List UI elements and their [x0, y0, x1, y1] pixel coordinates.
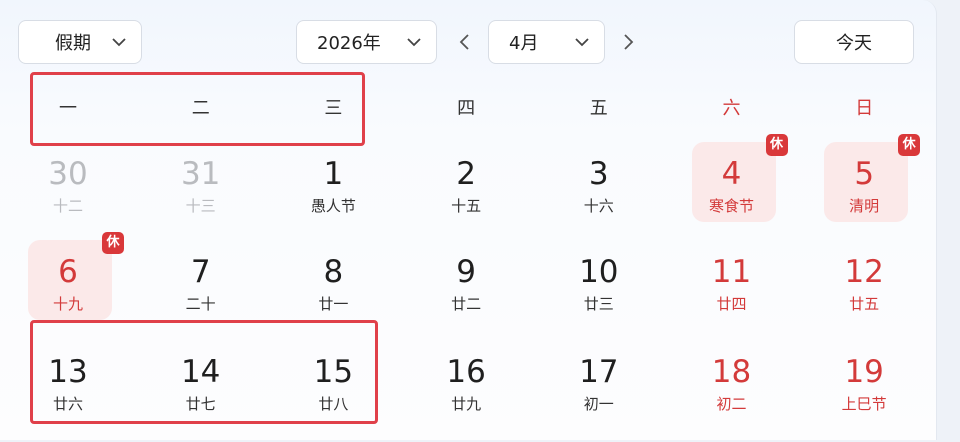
date-number: 5: [854, 156, 875, 192]
lunar-date-label: 廿二: [451, 295, 482, 313]
date-number: 31: [180, 156, 221, 192]
chevron-down-icon: [575, 38, 589, 47]
date-number: 30: [48, 156, 88, 192]
date-cell[interactable]: 9 廿二: [400, 246, 532, 342]
lunar-date-label: 廿四: [716, 295, 747, 313]
lunar-date-label: 廿五: [849, 295, 880, 313]
date-cell[interactable]: 31 十三: [135, 148, 267, 244]
month-dropdown[interactable]: 4月: [488, 20, 605, 64]
rest-day-badge: 休: [765, 134, 788, 156]
today-button-label: 今天: [836, 33, 872, 54]
date-number: 16: [446, 354, 486, 390]
lunar-date-label: 十二: [52, 197, 83, 215]
highlight-box-dates: [30, 320, 378, 424]
holiday-dropdown[interactable]: 假期: [18, 20, 142, 64]
date-number: 4: [721, 156, 742, 192]
date-cell[interactable]: 19 上巳节: [798, 346, 930, 442]
date-cell[interactable]: 30 十二: [2, 148, 134, 244]
calendar-panel: 假期 2026年 4月 今天 一二三四五六日 30 十二 31 十三 1 愚人节 2 十五 3 十…: [0, 0, 937, 440]
lunar-date-label: 二十: [185, 295, 216, 313]
date-number: 17: [579, 354, 619, 390]
lunar-date-label: 十九: [52, 295, 83, 313]
weekday-label: 四: [457, 98, 476, 119]
date-cell[interactable]: 16 廿九: [400, 346, 532, 442]
rest-day-badge: 休: [102, 232, 124, 254]
date-number: 2: [456, 156, 476, 192]
lunar-date-label: 寒食节: [708, 197, 754, 215]
date-number: 7: [190, 254, 211, 290]
chevron-down-icon: [407, 38, 421, 47]
date-cell[interactable]: 17 初一: [533, 346, 665, 442]
lunar-date-label: 清明: [849, 197, 880, 215]
date-number: 6: [58, 254, 78, 290]
date-number: 19: [844, 354, 884, 390]
lunar-date-label: 十五: [451, 197, 482, 215]
lunar-date-label: 廿九: [451, 395, 482, 413]
date-cell[interactable]: 3 十六: [533, 148, 665, 244]
date-cell[interactable]: 休 4 寒食节: [666, 134, 798, 238]
date-cell[interactable]: 1 愚人节: [267, 148, 399, 244]
lunar-date-label: 十六: [583, 197, 614, 215]
date-number: 12: [844, 254, 884, 290]
date-cell[interactable]: 18 初二: [666, 346, 798, 442]
date-number: 1: [323, 156, 344, 192]
weekday-label: 日: [855, 98, 874, 119]
date-cell[interactable]: 12 廿五: [798, 246, 930, 342]
rest-day-badge: 休: [898, 134, 921, 156]
date-number: 11: [711, 254, 752, 290]
lunar-date-label: 廿一: [318, 295, 349, 313]
lunar-date-label: 廿三: [583, 295, 614, 313]
date-cell[interactable]: 休 5 清明: [798, 134, 930, 238]
previous-month-button[interactable]: [454, 31, 476, 53]
year-dropdown-label: 2026年: [317, 33, 381, 54]
date-number: 8: [323, 254, 344, 290]
today-button[interactable]: 今天: [794, 20, 914, 64]
month-dropdown-label: 4月: [509, 33, 539, 54]
date-number: 18: [711, 354, 752, 390]
chevron-down-icon: [112, 38, 126, 47]
lunar-date-label: 愚人节: [310, 197, 356, 215]
date-number: 3: [588, 156, 609, 192]
lunar-date-label: 十三: [185, 197, 216, 215]
date-cell[interactable]: 10 廿三: [533, 246, 665, 342]
date-number: 10: [579, 254, 619, 290]
weekday-label: 六: [722, 98, 741, 119]
next-month-button[interactable]: [617, 31, 639, 53]
date-number: 9: [456, 254, 476, 290]
lunar-date-label: 上巳节: [841, 395, 887, 413]
weekday-label: 五: [589, 98, 608, 119]
date-cell[interactable]: 2 十五: [400, 148, 532, 244]
holiday-dropdown-label: 假期: [55, 33, 91, 54]
lunar-date-label: 初二: [716, 395, 747, 413]
year-dropdown[interactable]: 2026年: [296, 20, 437, 64]
highlight-box-weekdays: [30, 72, 365, 146]
lunar-date-label: 初一: [583, 395, 614, 413]
date-cell[interactable]: 11 廿四: [666, 246, 798, 342]
